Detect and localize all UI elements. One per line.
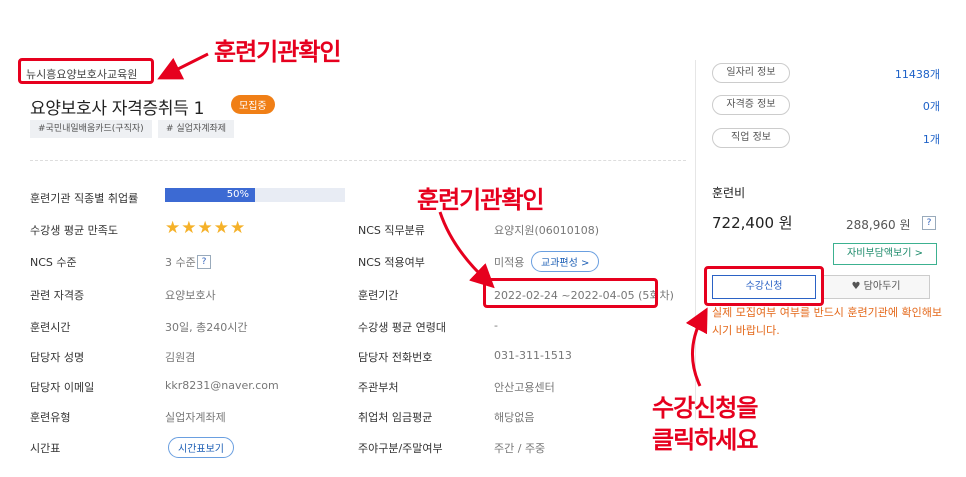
arrow-to-period bbox=[438, 211, 495, 289]
arrow-to-institution bbox=[157, 52, 209, 80]
arrow-to-apply bbox=[685, 307, 708, 387]
annotation-arrows bbox=[157, 52, 708, 387]
